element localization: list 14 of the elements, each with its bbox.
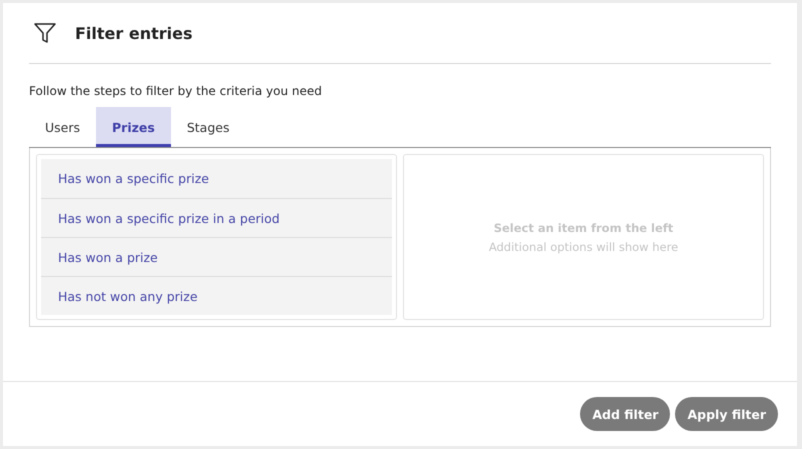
filter-icon [33, 21, 57, 45]
criteria-option[interactable]: Has not won any prize [41, 276, 392, 315]
criteria-option[interactable]: Has won a prize [41, 237, 392, 276]
criteria-option[interactable]: Has won a specific prize [41, 159, 392, 198]
empty-state-title: Select an item from the left [494, 220, 674, 234]
tab[interactable]: Prizes [96, 107, 171, 147]
apply-filter-button[interactable]: Apply filter [675, 397, 778, 431]
empty-state-hint: Additional options will show here [488, 240, 678, 254]
add-filter-button[interactable]: Add filter [580, 397, 670, 431]
tab[interactable]: Stages [170, 107, 246, 147]
instructions-text: Follow the steps to filter by the criteria you need [29, 84, 323, 98]
dialog-title: Filter entries [75, 24, 192, 42]
tab[interactable]: Users [29, 107, 96, 147]
criteria-option[interactable]: Has won a specific prize in a period [41, 198, 392, 237]
